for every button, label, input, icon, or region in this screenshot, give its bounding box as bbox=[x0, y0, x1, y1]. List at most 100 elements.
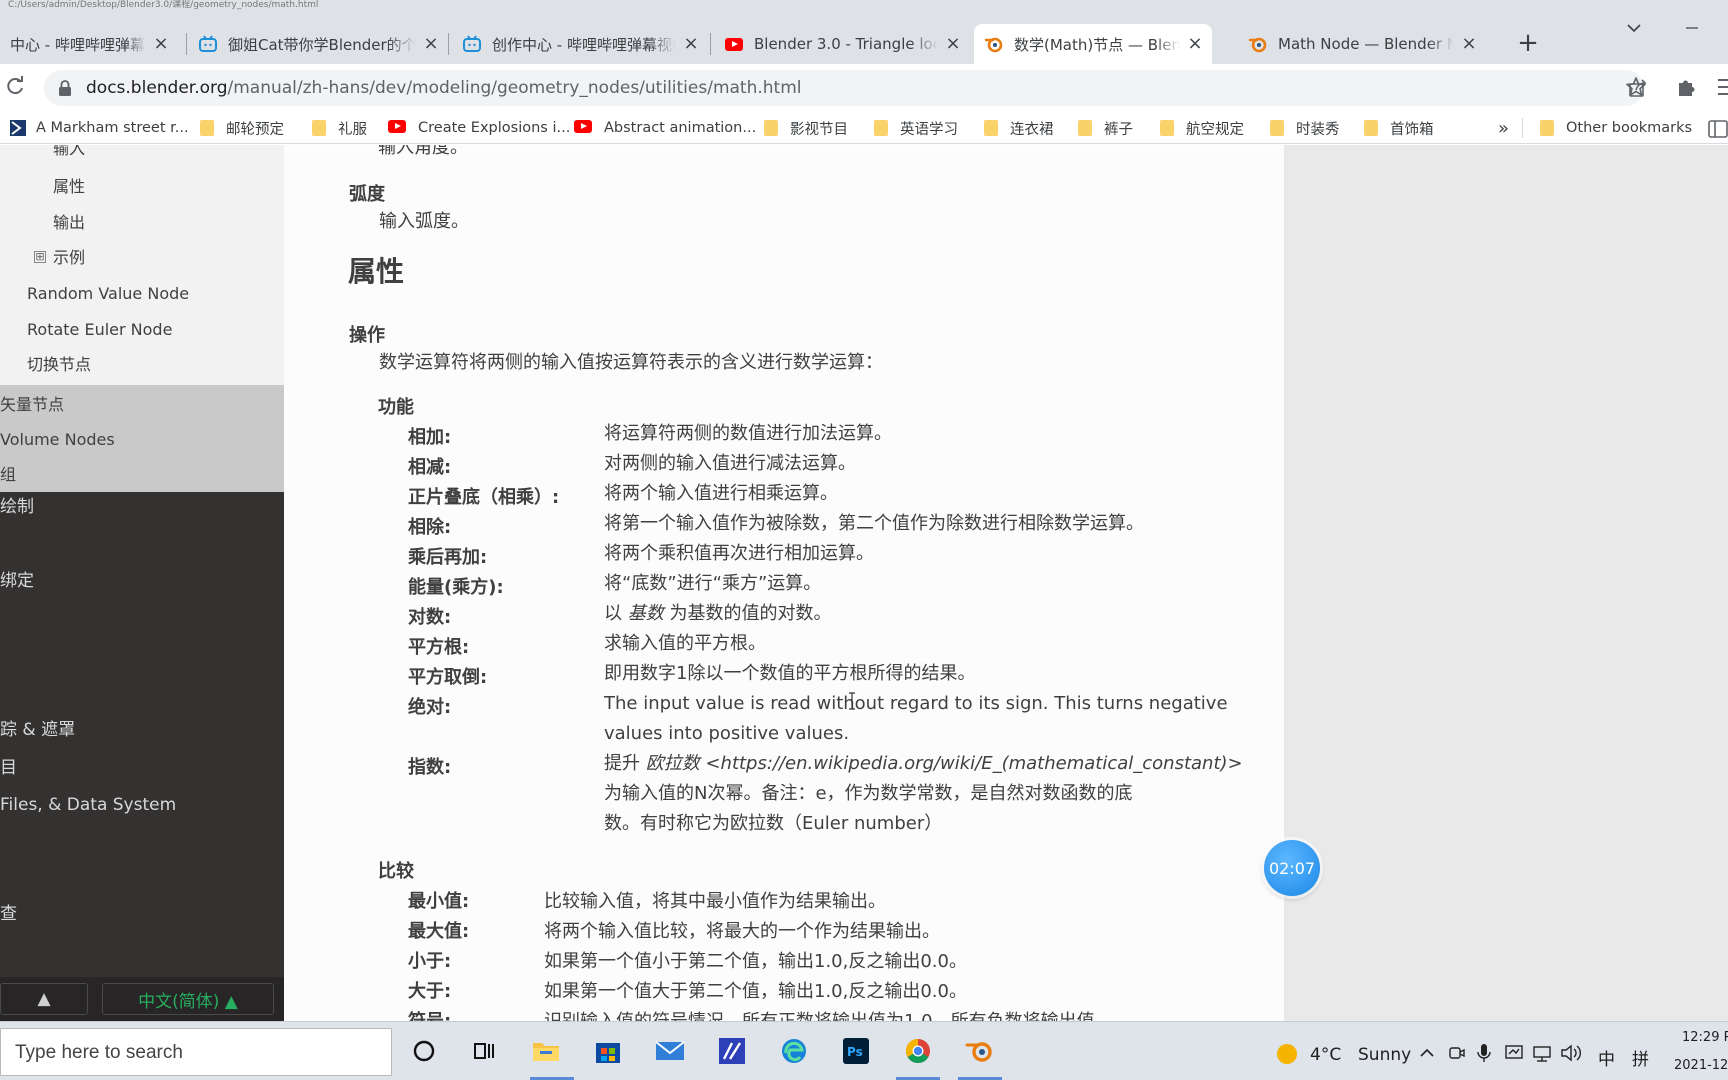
edge-icon[interactable] bbox=[778, 1035, 810, 1067]
weather-sun-icon[interactable] bbox=[1276, 1043, 1298, 1070]
store-icon[interactable] bbox=[592, 1035, 624, 1067]
puzzle-icon[interactable] bbox=[1675, 76, 1697, 98]
weather-desc[interactable]: Sunny bbox=[1358, 1045, 1411, 1065]
microphone-icon[interactable] bbox=[1476, 1043, 1492, 1068]
more-menu-icon[interactable] bbox=[1712, 76, 1728, 98]
sidebar-item-random-value-node[interactable]: Random Value Node bbox=[27, 284, 189, 304]
taskbar-clock-date[interactable]: 2021-12- bbox=[1674, 1058, 1728, 1073]
star-icon[interactable] bbox=[1625, 76, 1647, 98]
bookmark-folder[interactable]: 首饰箱 bbox=[1364, 116, 1434, 140]
bookmark-folder[interactable]: 邮轮预定 bbox=[200, 116, 284, 140]
bookmark-folder[interactable]: 英语学习 bbox=[874, 116, 958, 140]
heading-compare: 比较 bbox=[378, 861, 414, 882]
tab-5[interactable]: Math Node — Blender Manual × bbox=[1238, 24, 1486, 64]
bookmark-folder[interactable]: 裤子 bbox=[1078, 116, 1133, 140]
ime-language-indicator[interactable]: 中 bbox=[1598, 1045, 1615, 1070]
bookmark-folder[interactable]: 影视节目 bbox=[764, 116, 848, 140]
fn-key-multiply: 正片叠底（相乘）: bbox=[408, 487, 560, 508]
bookmark-folder[interactable]: 时装秀 bbox=[1270, 116, 1340, 140]
minimize-icon[interactable] bbox=[1680, 18, 1704, 42]
youtube-icon bbox=[724, 34, 744, 54]
blender-icon[interactable] bbox=[964, 1035, 996, 1067]
address-bar[interactable]: docs.blender.org/manual/zh-hans/dev/mode… bbox=[44, 70, 1647, 106]
reload-icon[interactable] bbox=[4, 76, 28, 100]
sidebar-item-rotate-euler-node[interactable]: Rotate Euler Node bbox=[27, 320, 172, 340]
network-icon[interactable] bbox=[1532, 1043, 1552, 1068]
task-view-icon[interactable] bbox=[468, 1035, 500, 1067]
bookmark-folder[interactable]: 航空规定 bbox=[1160, 116, 1244, 140]
close-icon[interactable]: × bbox=[682, 35, 700, 53]
ime-mode-indicator[interactable]: 拼 bbox=[1632, 1045, 1649, 1070]
def-operation: 数学运算符将两侧的输入值按运算符表示的含义进行数学运算： bbox=[379, 352, 883, 373]
tab-title: 创作中心 - 哔哩哔哩弹幕视频网 bbox=[492, 35, 676, 54]
sidebar-item-properties[interactable]: 属性 bbox=[53, 177, 85, 197]
file-explorer-icon[interactable] bbox=[530, 1035, 562, 1067]
close-icon[interactable]: × bbox=[1460, 35, 1478, 53]
fn-val-absolute-1: The input value is read without regard t… bbox=[604, 693, 1228, 714]
mail-icon[interactable] bbox=[654, 1035, 686, 1067]
bookmark-youtube[interactable]: Abstract animation... bbox=[574, 116, 756, 140]
chrome-icon[interactable] bbox=[902, 1035, 934, 1067]
tray-chevron-up-icon[interactable] bbox=[1418, 1044, 1436, 1067]
sidebar-item-tracking-masking[interactable]: 踪 & 遮罩 bbox=[0, 720, 75, 740]
bookmark-folder[interactable]: 礼服 bbox=[312, 116, 367, 140]
euler-number-link[interactable]: 欧拉数 <https://en.wikipedia.org/wiki/E_(ma… bbox=[646, 753, 1243, 774]
bookmarks-divider bbox=[1522, 118, 1523, 138]
bookmark-markham[interactable]: A Markham street r... bbox=[10, 116, 189, 140]
close-icon[interactable]: × bbox=[1186, 35, 1204, 53]
tab-separator bbox=[710, 33, 711, 55]
lock-icon[interactable] bbox=[56, 79, 74, 97]
version-selector[interactable]: ▲ bbox=[0, 983, 88, 1015]
tab-1[interactable]: 御姐Cat带你学Blender的个人空间 × bbox=[188, 24, 448, 64]
tab-0[interactable]: 中心 - 哔哩哔哩弹幕视频网 × bbox=[0, 24, 178, 64]
text-cursor-icon bbox=[848, 692, 856, 710]
sidebar-item-group[interactable]: 组 bbox=[0, 465, 16, 485]
sidebar-item-output[interactable]: 输出 bbox=[53, 213, 85, 233]
sidebar-item-examples[interactable]: 示例 bbox=[53, 248, 85, 268]
sidebar-item-lookup[interactable]: 查 bbox=[0, 904, 17, 924]
sidebar-item-files-data-system[interactable]: Files, & Data System bbox=[0, 795, 176, 815]
cmp-key-min: 最小值: bbox=[408, 891, 470, 912]
taskbar-search-box[interactable]: Type here to search bbox=[0, 1028, 392, 1076]
language-selector[interactable]: 中文(简体) ▲ bbox=[102, 983, 274, 1015]
weather-temp[interactable]: 4°C bbox=[1310, 1045, 1341, 1065]
bookmark-label: 邮轮预定 bbox=[226, 121, 284, 138]
photoshop-icon[interactable]: Ps bbox=[840, 1035, 872, 1067]
bookmark-folder[interactable]: 连衣裙 bbox=[984, 116, 1054, 140]
bookmark-youtube[interactable]: Create Explosions i... bbox=[388, 116, 570, 140]
sidebar-item-input[interactable]: 输入 bbox=[53, 145, 85, 159]
tab-title: Math Node — Blender Manual bbox=[1278, 35, 1454, 53]
sidebar-item-volume-nodes[interactable]: Volume Nodes bbox=[0, 430, 115, 450]
volume-icon[interactable] bbox=[1560, 1043, 1582, 1068]
bookmarks-overflow-button[interactable]: » bbox=[1498, 118, 1509, 139]
system-monitor-icon[interactable] bbox=[1504, 1043, 1524, 1068]
fn-val-power: 将“底数”进行“乘方”运算。 bbox=[604, 573, 822, 594]
taskbar-clock-time[interactable]: 12:29 PM bbox=[1682, 1030, 1728, 1045]
cortana-icon[interactable] bbox=[408, 1035, 440, 1067]
close-icon[interactable]: × bbox=[152, 35, 170, 53]
tab-2[interactable]: 创作中心 - 哔哩哔哩弹幕视频网 × bbox=[452, 24, 708, 64]
expand-icon[interactable]: ⊞ bbox=[34, 251, 46, 263]
other-bookmarks[interactable]: Other bookmarks bbox=[1540, 116, 1692, 140]
close-icon[interactable]: × bbox=[422, 35, 440, 53]
sidebar-item-switch-node[interactable]: 切换节点 bbox=[27, 355, 91, 375]
vector-app-icon[interactable] bbox=[716, 1035, 748, 1067]
close-icon[interactable]: × bbox=[944, 35, 962, 53]
sidebar-item-vector-nodes[interactable]: 矢量节点 bbox=[0, 395, 64, 415]
url-text[interactable]: docs.blender.org/manual/zh-hans/dev/mode… bbox=[86, 77, 802, 99]
recording-timer-bubble[interactable]: 02:07 bbox=[1264, 840, 1320, 896]
tab-4-active[interactable]: 数学(Math)节点 — Blender Manual × bbox=[974, 24, 1212, 64]
reading-list-icon[interactable] bbox=[1708, 120, 1728, 138]
sidebar-item-project[interactable]: 目 bbox=[0, 758, 17, 778]
meet-now-icon[interactable] bbox=[1448, 1044, 1466, 1067]
chevron-down-icon[interactable] bbox=[1622, 20, 1646, 44]
sidebar-item-draw[interactable]: 绘制 bbox=[0, 497, 34, 517]
cmp-val-max: 将两个输入值比较，将最大的一个作为结果输出。 bbox=[544, 921, 940, 942]
cmp-key-less-than: 小于: bbox=[408, 951, 452, 972]
tab-3[interactable]: Blender 3.0 - Triangle loop and × bbox=[714, 24, 970, 64]
folder-icon bbox=[874, 120, 890, 136]
new-tab-button[interactable]: + bbox=[1514, 30, 1542, 58]
fn-val-multiply-add: 将两个乘积值再次进行相加运算。 bbox=[604, 543, 874, 564]
sidebar-item-rigging[interactable]: 绑定 bbox=[0, 571, 34, 591]
bookmark-label: 首饰箱 bbox=[1390, 121, 1434, 138]
